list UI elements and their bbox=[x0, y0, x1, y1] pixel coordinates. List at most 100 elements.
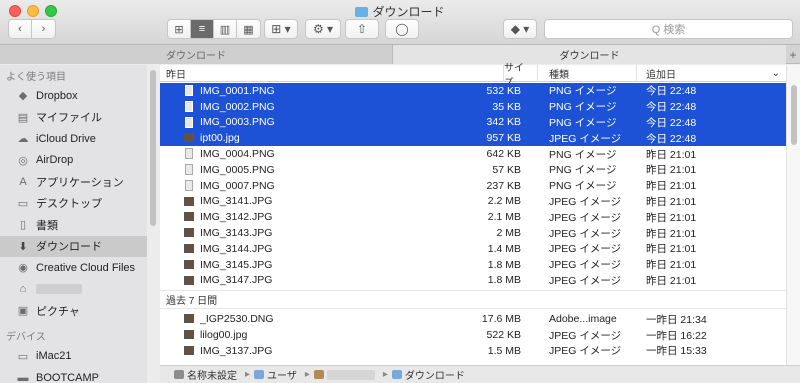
finder-window: ダウンロード ‹ › ⊞ ≡ ▥ ▦ ⊞ ▾ ⚙ ▾ ⇧ ◯ ◆ ▾ Q 検索 … bbox=[0, 0, 800, 383]
file-date-added: 昨日 21:01 bbox=[646, 259, 697, 272]
sidebar-item-desktop[interactable]: ▭ デスクトップ bbox=[0, 193, 147, 215]
path-item-users[interactable]: ユーザ bbox=[254, 367, 297, 382]
sidebar-item-pictures[interactable]: ▣ ピクチャ bbox=[0, 300, 147, 322]
path-separator: ▸ bbox=[245, 369, 251, 380]
file-row[interactable]: IMG_3147.JPG 1.8 MB JPEG イメージ 昨日 21:01 bbox=[160, 273, 786, 289]
file-size: 57 KB bbox=[492, 163, 521, 176]
file-row[interactable]: IMG_3145.JPG 1.8 MB JPEG イメージ 昨日 21:01 bbox=[160, 257, 786, 273]
sidebar: よく使う項目 ◆ Dropbox ▤ マイファイル ☁ iCloud Drive… bbox=[0, 65, 147, 383]
search-field[interactable]: Q 検索 bbox=[544, 19, 793, 39]
file-kind: JPEG イメージ bbox=[549, 243, 622, 256]
sidebar-item-downloads[interactable]: ⬇ ダウンロード bbox=[0, 235, 147, 257]
file-size: 1.5 MB bbox=[487, 344, 521, 357]
file-kind: Adobe...image bbox=[549, 313, 617, 326]
file-name: IMG_0003.PNG bbox=[200, 116, 275, 129]
file-name: IMG_0004.PNG bbox=[200, 148, 275, 161]
sidebar-item-label: BOOTCAMP bbox=[36, 371, 99, 383]
path-item-home[interactable] bbox=[313, 369, 375, 380]
share-button[interactable]: ⇧ bbox=[345, 19, 379, 39]
sort-chevron-icon: ⌄ bbox=[771, 68, 780, 79]
file-row[interactable]: ipt00.jpg 957 KB JPEG イメージ 今日 22:48 bbox=[160, 130, 786, 147]
file-row[interactable]: IMG_3143.JPG 2 MB JPEG イメージ 昨日 21:01 bbox=[160, 225, 786, 241]
sidebar-section-devices: デバイス bbox=[6, 332, 46, 343]
column-header-size[interactable]: サイズ bbox=[504, 63, 538, 89]
sidebar-item-icloud-drive[interactable]: ☁ iCloud Drive bbox=[0, 128, 147, 150]
image-file-icon bbox=[184, 243, 194, 253]
window-title-text: ダウンロード bbox=[372, 5, 445, 19]
file-date-added: 今日 22:48 bbox=[646, 85, 697, 98]
sidebar-scrollbar[interactable] bbox=[150, 70, 156, 226]
path-item-label: ダウンロード bbox=[404, 371, 465, 382]
column-header-name[interactable]: 昨日 bbox=[160, 65, 504, 82]
file-row[interactable]: IMG_0005.PNG 57 KB PNG イメージ 昨日 21:01 bbox=[160, 162, 786, 178]
png-file-icon bbox=[185, 85, 193, 96]
file-row[interactable]: _IGP2530.DNG 17.6 MB Adobe...image 一昨日 21:3… bbox=[160, 311, 786, 327]
forward-button[interactable]: › bbox=[32, 20, 55, 38]
new-tab-button[interactable]: + bbox=[786, 45, 800, 64]
sidebar-item-label: Dropbox bbox=[36, 89, 78, 102]
file-row[interactable]: lilog00.jpg 522 KB JPEG イメージ 一昨日 16:22 bbox=[160, 327, 786, 343]
file-rows: IMG_0001.PNG 532 KB PNG イメージ 今日 22:48 IMG_00… bbox=[160, 83, 786, 359]
back-button[interactable]: ‹ bbox=[9, 20, 32, 38]
icon-view-button[interactable]: ⊞ bbox=[168, 20, 191, 38]
sidebar-item-label: マイファイル bbox=[36, 112, 102, 125]
sidebar-item-label: ダウンロード bbox=[36, 241, 102, 254]
file-kind: JPEG イメージ bbox=[549, 274, 622, 287]
coverflow-view-button[interactable]: ▦ bbox=[237, 20, 260, 38]
tag-button[interactable]: ◯ bbox=[385, 19, 419, 39]
sidebar-item-airdrop[interactable]: ◎ AirDrop bbox=[0, 150, 147, 172]
file-date-added: 昨日 21:01 bbox=[646, 243, 697, 256]
sidebar-item-creative-cloud-files[interactable]: ◉ Creative Cloud Files bbox=[0, 257, 147, 279]
file-size: 237 KB bbox=[486, 179, 521, 192]
file-size: 2.2 MB bbox=[487, 195, 521, 208]
dropbox-button[interactable]: ◆ ▾ bbox=[503, 19, 537, 39]
file-row[interactable]: IMG_0002.PNG 35 KB PNG イメージ 今日 22:48 bbox=[160, 98, 786, 115]
group-header: 過去 7 日間 bbox=[160, 290, 786, 310]
column-header-date-added[interactable]: 追加日 ⌄ bbox=[638, 65, 786, 82]
path-item-disk[interactable]: 名称未設定 bbox=[174, 367, 237, 382]
column-view-button[interactable]: ▥ bbox=[214, 20, 237, 38]
applications-icon: A bbox=[19, 175, 27, 188]
sidebar-item-dropbox[interactable]: ◆ Dropbox bbox=[0, 85, 147, 107]
file-row[interactable]: IMG_0007.PNG 237 KB PNG イメージ 昨日 21:01 bbox=[160, 178, 786, 194]
file-kind: JPEG イメージ bbox=[549, 195, 622, 208]
action-button[interactable]: ⚙ ▾ bbox=[305, 19, 341, 39]
sidebar-item-bootcamp[interactable]: ▬ BOOTCAMP bbox=[0, 367, 147, 383]
file-date-added: 今日 22:48 bbox=[646, 132, 697, 145]
sidebar-item-imac21[interactable]: ▭ iMac21 bbox=[0, 346, 147, 368]
toolbar: ダウンロード ‹ › ⊞ ≡ ▥ ▦ ⊞ ▾ ⚙ ▾ ⇧ ◯ ◆ ▾ Q 検索 bbox=[0, 0, 800, 45]
dropbox-icon: ◆ bbox=[18, 90, 28, 103]
tab-downloads-2[interactable]: ダウンロード bbox=[393, 45, 786, 64]
hard-disk-icon bbox=[174, 370, 184, 379]
sidebar-item-documents[interactable]: ▯ 書類 bbox=[0, 214, 147, 236]
png-file-icon bbox=[185, 100, 193, 112]
sidebar-item-label: Creative Cloud Files bbox=[36, 261, 136, 274]
file-date-added: 昨日 21:01 bbox=[646, 195, 697, 208]
file-row[interactable]: IMG_0003.PNG 342 KB PNG イメージ 今日 22:48 bbox=[160, 114, 786, 131]
tab-downloads-1[interactable]: ダウンロード bbox=[0, 45, 393, 64]
computer-icon: ▭ bbox=[17, 350, 29, 363]
file-date-added: 今日 22:48 bbox=[646, 116, 697, 129]
file-row[interactable]: IMG_0001.PNG 532 KB PNG イメージ 今日 22:48 bbox=[160, 83, 786, 99]
path-item-label: ユーザ bbox=[267, 371, 297, 382]
file-name: IMG_3141.JPG bbox=[200, 195, 273, 208]
path-item-downloads[interactable]: ダウンロード bbox=[391, 367, 465, 382]
file-row[interactable]: IMG_3137.JPG 1.5 MB JPEG イメージ 一昨日 15:33 bbox=[160, 343, 786, 359]
file-row[interactable]: IMG_3141.JPG 2.2 MB JPEG イメージ 昨日 21:01 bbox=[160, 194, 786, 210]
file-date-added: 昨日 21:01 bbox=[646, 274, 697, 287]
file-row[interactable]: IMG_3142.JPG 2.1 MB JPEG イメージ 昨日 21:01 bbox=[160, 209, 786, 225]
file-size: 522 KB bbox=[486, 329, 521, 342]
list-scrollbar[interactable] bbox=[791, 85, 797, 145]
file-date-added: 昨日 21:01 bbox=[646, 211, 697, 224]
sidebar-item-label: ピクチャ bbox=[36, 305, 80, 318]
sidebar-item-home[interactable]: ⌂ bbox=[0, 279, 147, 301]
column-header-kind[interactable]: 種類 bbox=[541, 65, 637, 82]
arrange-button[interactable]: ⊞ ▾ bbox=[264, 19, 298, 39]
sidebar-item-all-files[interactable]: ▤ マイファイル bbox=[0, 107, 147, 129]
file-row[interactable]: IMG_3144.JPG 1.4 MB JPEG イメージ 昨日 21:01 bbox=[160, 241, 786, 257]
file-size: 957 KB bbox=[486, 132, 521, 145]
file-row[interactable]: IMG_0004.PNG 642 KB PNG イメージ 昨日 21:01 bbox=[160, 146, 786, 162]
sidebar-item-applications[interactable]: A アプリケーション bbox=[0, 171, 147, 193]
list-view-button[interactable]: ≡ bbox=[191, 20, 214, 38]
folder-icon bbox=[355, 7, 369, 17]
